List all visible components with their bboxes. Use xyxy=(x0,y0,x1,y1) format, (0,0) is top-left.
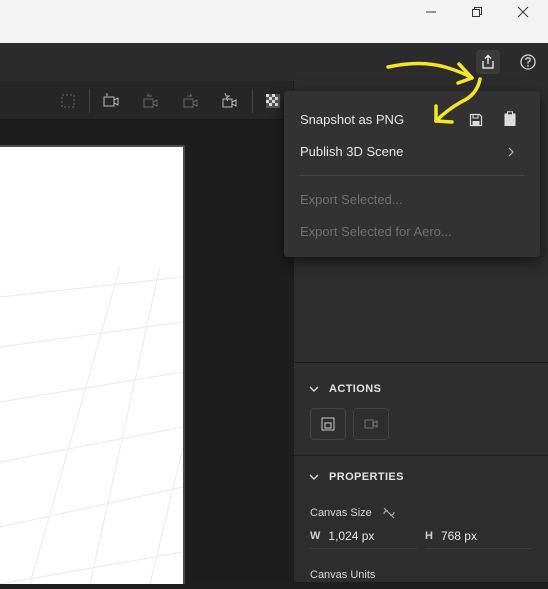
toolbar-divider xyxy=(89,89,90,113)
camera-icon xyxy=(364,419,378,429)
render-quality-button[interactable] xyxy=(262,90,284,112)
chevron-down-icon xyxy=(309,386,319,392)
save-snapshot-button[interactable] xyxy=(467,111,485,129)
frame-selection-icon xyxy=(61,94,75,108)
canvas-width-field[interactable]: W 1,024 px xyxy=(310,524,417,549)
height-axis-label: H xyxy=(425,530,433,542)
scene-canvas[interactable] xyxy=(0,145,185,585)
snapshot-png-item[interactable]: Snapshot as PNG xyxy=(300,112,404,127)
panel-divider xyxy=(294,455,548,456)
publish-3d-scene-label: Publish 3D Scene xyxy=(300,144,404,159)
viewport-toolbar xyxy=(0,81,293,120)
actions-section-header[interactable]: ACTIONS xyxy=(294,374,548,404)
export-for-aero-item[interactable]: Export Selected for Aero... xyxy=(300,224,452,239)
render-quality-icon xyxy=(266,94,280,108)
export-selected-label: Export Selected... xyxy=(300,192,403,207)
restore-icon xyxy=(472,7,482,17)
share-button[interactable] xyxy=(476,50,500,74)
frame-selection-button[interactable] xyxy=(57,90,79,112)
canvas-size-label: Canvas Size xyxy=(310,507,372,519)
properties-header-label: PROPERTIES xyxy=(329,471,404,483)
close-icon xyxy=(517,6,529,18)
save-icon xyxy=(469,113,483,127)
properties-section-header[interactable]: PROPERTIES xyxy=(294,462,548,492)
frame-icon xyxy=(321,417,335,431)
canvas-width-value: 1,024 px xyxy=(328,529,375,543)
share-menu: Snapshot as PNG Publish 3D Scene Export … xyxy=(284,91,540,257)
camera-bookmark-button[interactable] xyxy=(218,90,240,112)
camera-frame-icon xyxy=(103,93,119,107)
minimize-icon xyxy=(426,11,436,13)
camera-star-icon xyxy=(222,92,237,108)
copy-snapshot-button[interactable] xyxy=(501,110,519,128)
canvas-units-label: Canvas Units xyxy=(310,569,376,581)
ground-grid xyxy=(0,266,184,585)
menu-divider xyxy=(300,175,524,176)
canvas-size-label-row: Canvas Size xyxy=(310,506,396,520)
canvas-height-field[interactable]: H 768 px xyxy=(425,524,532,549)
chevron-down-icon xyxy=(309,474,319,480)
canvas-height-value: 768 px xyxy=(440,529,477,543)
actions-header-label: ACTIONS xyxy=(329,383,382,395)
window-titlebar xyxy=(0,0,548,43)
camera-undo-button[interactable] xyxy=(139,90,161,112)
camera-undo-icon xyxy=(143,93,158,108)
share-icon xyxy=(482,54,494,69)
3d-viewport[interactable] xyxy=(0,120,293,585)
action-camera-button[interactable] xyxy=(353,408,389,440)
snapshot-png-label: Snapshot as PNG xyxy=(300,112,405,127)
publish-3d-scene-item[interactable]: Publish 3D Scene xyxy=(300,144,524,159)
export-for-aero-label: Export Selected for Aero... xyxy=(300,224,452,239)
camera-frame-button[interactable] xyxy=(100,90,122,112)
camera-redo-button[interactable] xyxy=(179,90,201,112)
toolbar-divider xyxy=(252,89,253,113)
width-axis-label: W xyxy=(310,530,321,542)
clipboard-icon xyxy=(504,111,516,126)
minimize-button[interactable] xyxy=(408,0,454,24)
unlink-icon[interactable] xyxy=(382,506,396,520)
chevron-right-icon xyxy=(508,147,514,157)
panel-divider xyxy=(294,362,548,363)
close-button[interactable] xyxy=(500,0,546,24)
help-button[interactable] xyxy=(516,50,540,74)
camera-redo-icon xyxy=(183,93,198,108)
export-selected-item[interactable]: Export Selected... xyxy=(300,192,403,207)
action-frame-button[interactable] xyxy=(310,408,346,440)
help-icon xyxy=(520,54,536,70)
restore-button[interactable] xyxy=(454,0,500,24)
app-header-bar xyxy=(0,43,548,81)
